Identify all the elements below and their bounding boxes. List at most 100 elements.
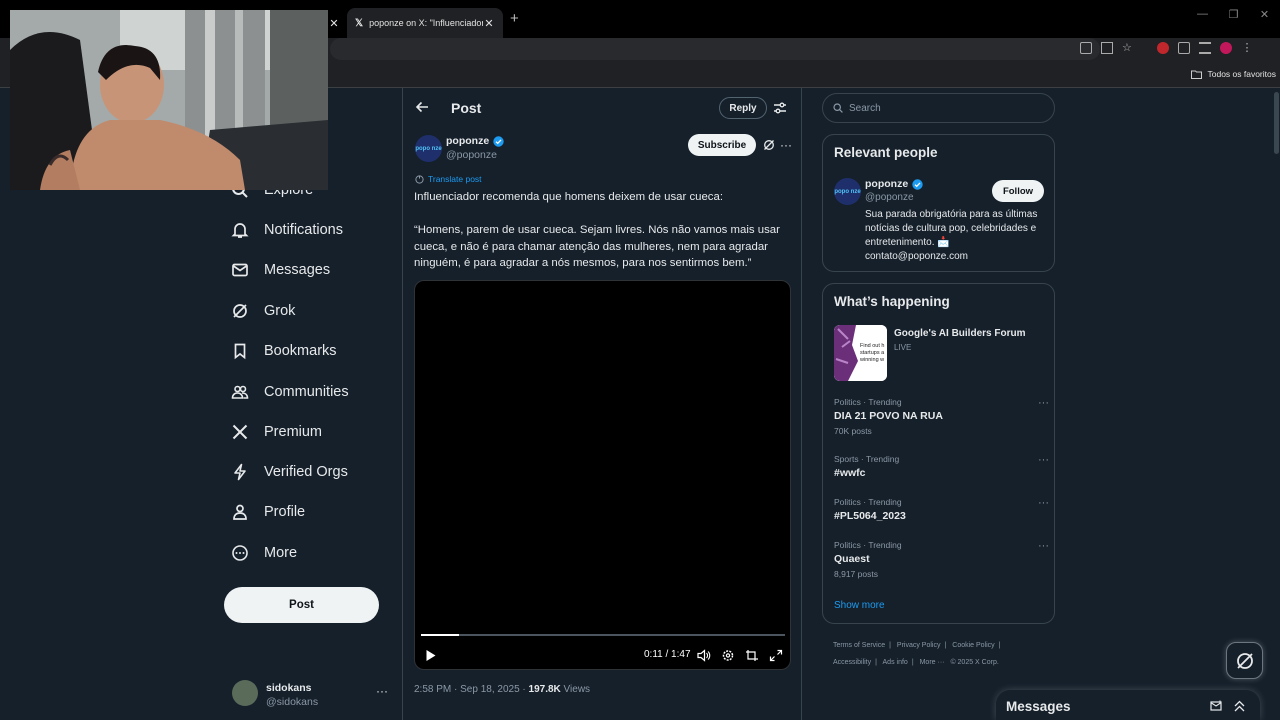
people-icon [230,382,250,402]
more-horizontal-icon[interactable]: ··· [376,684,388,698]
more-horizontal-icon[interactable]: ··· [780,138,792,152]
trend-count: 70K posts [834,426,872,436]
person-avatar[interactable]: popo nze [834,178,861,205]
nav-premium[interactable]: Premium [230,422,322,442]
back-arrow-icon[interactable] [415,100,429,114]
nav-label-grok: Grok [264,303,296,319]
event-thumbnail[interactable]: Find out h startups a winning w [834,325,887,381]
tab-close-icon[interactable]: ✕ [328,17,340,30]
grok-floating-button[interactable] [1226,642,1263,679]
translate-post-link[interactable]: Translate post [415,174,482,184]
new-tab-icon[interactable]: + [510,10,519,27]
install-icon[interactable] [1080,42,1092,54]
nav-messages[interactable]: Messages [230,260,330,280]
event-thumbnail-text: Find out h startups a winning w [860,343,885,363]
relevant-people-panel: Relevant people popo nze poponze @poponz… [822,134,1055,272]
translate-icon [415,174,424,184]
post-quote-text: “Homens, parem de usar cueca. Sejam livr… [414,224,780,269]
account-switcher[interactable]: sidokans @sidokans ··· [232,680,392,712]
nav-label-messages: Messages [264,262,331,278]
reply-button[interactable]: Reply [719,97,767,119]
video-controls [697,649,783,662]
all-bookmarks[interactable]: Todos os favoritos [1191,69,1276,79]
close-window-icon[interactable]: ✕ [1249,8,1280,21]
nav-profile[interactable]: Profile [230,502,305,522]
subscribe-button[interactable]: Subscribe [688,134,756,156]
media-icon[interactable] [1199,42,1211,54]
nav-notifications[interactable]: Notifications [230,220,343,240]
trend-item[interactable]: Politics · Trending Quaest 8,917 posts ·… [834,540,1049,579]
tab-close-icon[interactable]: ✕ [483,17,495,30]
follow-button[interactable]: Follow [992,180,1044,202]
avatar [232,680,258,706]
search-icon [833,103,843,113]
profile-avatar-icon[interactable] [1220,42,1232,54]
trend-category: Sports · Trending [834,454,900,464]
minimize-icon[interactable]: — [1187,8,1218,21]
nav-label-premium: Premium [264,424,323,440]
person-name[interactable]: poponze [865,178,923,190]
grok-icon[interactable] [763,139,775,151]
cookie-link[interactable]: Cookie Policy [952,642,994,649]
page-scrollbar[interactable] [1274,92,1279,154]
restore-icon[interactable]: ❐ [1218,8,1249,21]
x-logo-icon [230,422,250,442]
messages-drawer-actions [1210,700,1246,712]
privacy-link[interactable]: Privacy Policy [897,642,941,649]
terms-link[interactable]: Terms of Service [833,642,885,649]
event-live-badge: LIVE [894,343,912,352]
more-horizontal-icon[interactable]: ··· [1038,454,1049,466]
nav-verified-orgs[interactable]: Verified Orgs [230,462,348,482]
nav-communities[interactable]: Communities [230,382,349,402]
footer-more-link[interactable]: More ··· [920,659,945,666]
webcam-picture [10,10,328,190]
whats-happening-panel: What’s happening Find out h startups a w… [822,283,1055,624]
settings-gear-icon[interactable] [721,649,735,662]
menu-icon[interactable]: ⋮ [1241,42,1253,54]
nav-label-notifications: Notifications [264,222,343,238]
author-avatar[interactable]: popo nze [415,135,442,162]
author-handle[interactable]: @poponze [446,149,497,161]
nav-bookmarks[interactable]: Bookmarks [230,341,337,361]
expand-up-icon[interactable] [1233,700,1246,712]
trend-item[interactable]: Politics · Trending DIA 21 POVO NA RUA 7… [834,397,1049,436]
nav-grok[interactable]: Grok [230,301,295,321]
new-message-icon[interactable] [1210,700,1223,712]
nav-label-profile: Profile [264,504,306,520]
video-progress-bar[interactable] [421,634,785,636]
nav-label-bookmarks: Bookmarks [264,343,337,359]
show-more-link[interactable]: Show more [834,600,885,611]
more-horizontal-icon[interactable]: ··· [1038,397,1049,409]
star-icon[interactable]: ☆ [1122,42,1134,54]
compose-post-button[interactable]: Post [224,587,379,623]
sliders-icon[interactable] [773,101,787,115]
nav-more[interactable]: More [230,543,297,563]
video-player[interactable]: 0:11 / 1:47 [414,280,791,670]
translate-icon[interactable] [1101,42,1113,54]
trend-item[interactable]: Sports · Trending #wwfc ··· [834,454,1049,479]
fullscreen-icon[interactable] [769,649,783,662]
more-horizontal-icon[interactable]: ··· [1038,497,1049,509]
picture-in-picture-icon[interactable] [745,649,759,662]
trend-item[interactable]: Politics · Trending #PL5064_2023 ··· [834,497,1049,522]
tab-active[interactable]: 𝕏 poponze on X: "Influenciador r ✕ [347,8,503,38]
play-icon[interactable] [425,649,437,662]
event-title[interactable]: Google's AI Builders Forum [894,328,1025,339]
messages-drawer[interactable]: Messages [996,690,1260,720]
video-progress-fill [421,634,460,636]
bell-icon [230,220,250,240]
accessibility-link[interactable]: Accessibility [833,659,871,666]
person-handle[interactable]: @poponze [865,192,914,203]
volume-icon[interactable] [697,649,711,662]
ads-info-link[interactable]: Ads info [883,659,908,666]
toolbar-icons: ☆ ⋮ [1080,42,1253,54]
video-time: 0:11 / 1:47 [644,649,691,660]
puzzle-icon[interactable] [1178,42,1190,54]
views-count: 197.8K [528,684,561,695]
address-bar[interactable] [330,38,1100,60]
author-name[interactable]: poponze [446,135,504,147]
extension-red-icon[interactable] [1157,42,1169,54]
search-input[interactable]: Search [822,93,1055,123]
more-horizontal-icon[interactable]: ··· [1038,540,1049,552]
search-placeholder: Search [849,102,881,114]
